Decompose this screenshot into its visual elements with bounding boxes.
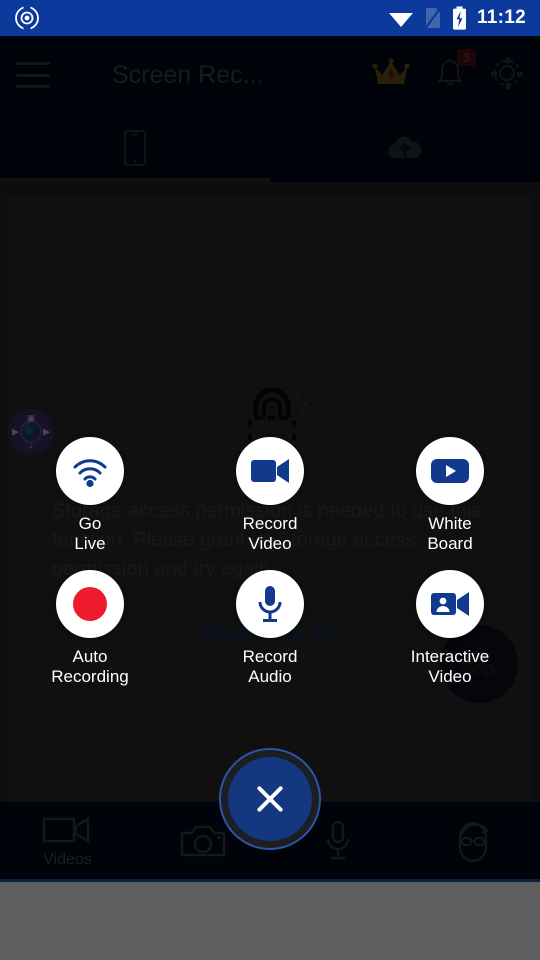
microphone-icon [258,586,282,622]
action-record-video[interactable]: Record Video [180,437,360,554]
auto-recording-button[interactable] [56,570,124,638]
action-label: Auto Recording [51,647,129,686]
app-circle-icon [15,5,39,31]
go-live-button[interactable] [56,437,124,505]
play-button-icon [431,459,469,483]
action-grid: Go Live Record Video White Board Auto Re… [0,437,540,687]
status-bar-right: 11:12 [388,6,526,30]
record-audio-button[interactable] [236,570,304,638]
record-dot-icon [73,587,107,621]
action-label: Record Video [242,514,298,553]
status-bar-time: 11:12 [476,7,526,28]
status-bar: 11:12 [0,0,540,36]
action-row: Go Live Record Video White Board [0,437,540,554]
action-record-audio[interactable]: Record Audio [180,570,360,687]
interactive-video-button[interactable] [416,570,484,638]
action-label: Interactive Video [410,647,490,686]
wifi-icon [388,13,413,27]
white-board-button[interactable] [416,437,484,505]
sim-card-icon [424,6,442,30]
action-interactive-video[interactable]: Interactive Video [360,570,540,687]
status-bar-left [14,5,40,31]
action-go-live[interactable]: Go Live [0,437,180,554]
record-video-button[interactable] [236,437,304,505]
battery-charging-icon [452,6,466,30]
action-label: Record Audio [242,647,298,686]
close-menu-button[interactable] [221,750,319,848]
close-icon [253,782,287,816]
action-label: Go Live [74,514,106,553]
video-camera-icon [251,459,289,483]
action-auto-recording[interactable]: Auto Recording [0,570,180,687]
screen-root: Screen Rec... [0,0,540,960]
action-row: Auto Recording Record Audio Interactive … [0,570,540,687]
wifi-broadcast-icon [73,459,107,488]
interactive-video-icon [431,592,469,616]
action-label: White Board [427,514,473,553]
action-white-board[interactable]: White Board [360,437,540,554]
